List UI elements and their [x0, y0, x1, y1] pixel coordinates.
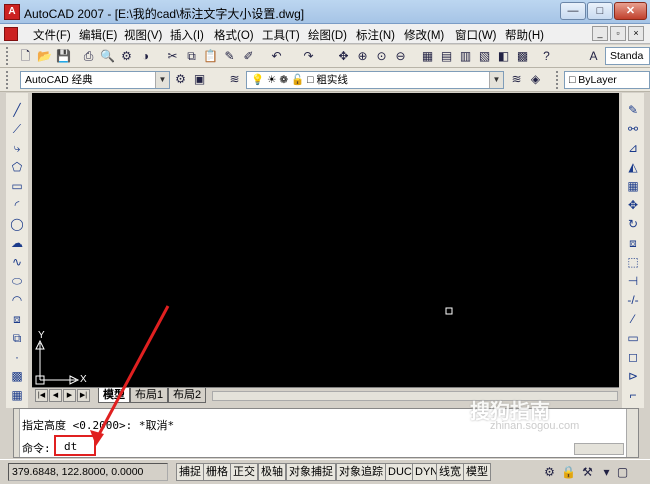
otrack-toggle[interactable]: 对象追踪	[336, 463, 386, 481]
tray-settings-icon[interactable]: ⚒	[579, 464, 596, 481]
coordinates-display[interactable]: 379.6848, 122.8000, 0.0000	[8, 463, 168, 481]
toolbar-lock-icon[interactable]: 🔒	[560, 464, 577, 481]
osnap-toggle[interactable]: 对象捕捉	[286, 463, 336, 481]
lineweight-toggle[interactable]: 线宽	[436, 463, 464, 481]
ortho-toggle[interactable]: 正交	[230, 463, 258, 481]
clean-screen-icon[interactable]: ▢	[614, 464, 631, 481]
annotation-arrow	[90, 305, 170, 446]
status-menu-arrow-icon[interactable]: ▾	[598, 464, 615, 481]
polar-toggle[interactable]: 极轴	[258, 463, 286, 481]
communication-center-icon[interactable]: ⚙	[541, 464, 558, 481]
model-toggle[interactable]: 模型	[463, 463, 491, 481]
status-bar: 379.6848, 122.8000, 0.0000 捕捉 栅格 正交 极轴 对…	[0, 459, 650, 484]
snap-toggle[interactable]: 捕捉	[176, 463, 204, 481]
grid-toggle[interactable]: 栅格	[203, 463, 231, 481]
